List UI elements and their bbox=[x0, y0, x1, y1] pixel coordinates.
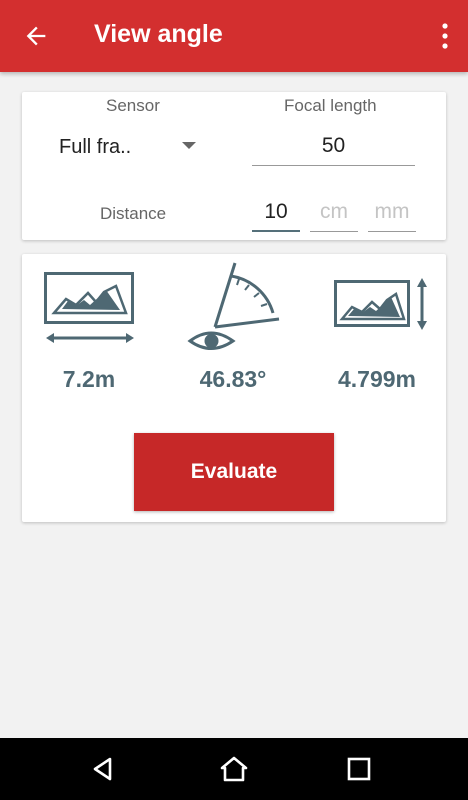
sensor-label: Sensor bbox=[106, 96, 160, 115]
more-vert-icon[interactable] bbox=[440, 22, 450, 50]
view-angle-icon bbox=[187, 262, 280, 350]
page-title: View angle bbox=[94, 20, 223, 48]
distance-cm-input[interactable]: cm bbox=[310, 198, 358, 232]
dropdown-arrow-icon bbox=[182, 142, 196, 149]
distance-input[interactable]: 10 bbox=[252, 198, 300, 232]
evaluate-button-label: Evaluate bbox=[190, 460, 278, 483]
cm-placeholder: cm bbox=[320, 200, 348, 223]
input-card: Sensor Focal length Full fra.. 50 Distan… bbox=[22, 92, 446, 240]
nav-recents-icon[interactable] bbox=[344, 754, 374, 784]
evaluate-button[interactable]: Evaluate bbox=[134, 433, 334, 511]
app-bar: View angle bbox=[0, 0, 468, 72]
focal-length-value: 50 bbox=[321, 134, 346, 157]
arrow-back-icon[interactable] bbox=[22, 22, 50, 50]
mm-placeholder: mm bbox=[374, 200, 410, 223]
sensor-dropdown-value: Full fra.. bbox=[59, 136, 132, 158]
field-height-icon bbox=[334, 278, 427, 330]
distance-value: 10 bbox=[264, 200, 288, 223]
system-nav-bar bbox=[0, 738, 468, 800]
nav-home-icon[interactable] bbox=[219, 754, 249, 784]
focal-length-input[interactable]: 50 bbox=[252, 130, 415, 166]
field-width-value: 7.2m bbox=[62, 366, 116, 392]
distance-label: Distance bbox=[100, 204, 167, 223]
distance-mm-input[interactable]: mm bbox=[368, 198, 416, 232]
field-height-value: 4.799m bbox=[337, 366, 416, 392]
results-card: 7.2m 46.83° 4.799m Evaluate bbox=[22, 254, 446, 522]
nav-back-icon[interactable] bbox=[88, 754, 118, 784]
view-angle-value: 46.83° bbox=[199, 366, 267, 392]
field-width-icon bbox=[44, 272, 134, 343]
focal-length-label: Focal length bbox=[284, 96, 377, 115]
